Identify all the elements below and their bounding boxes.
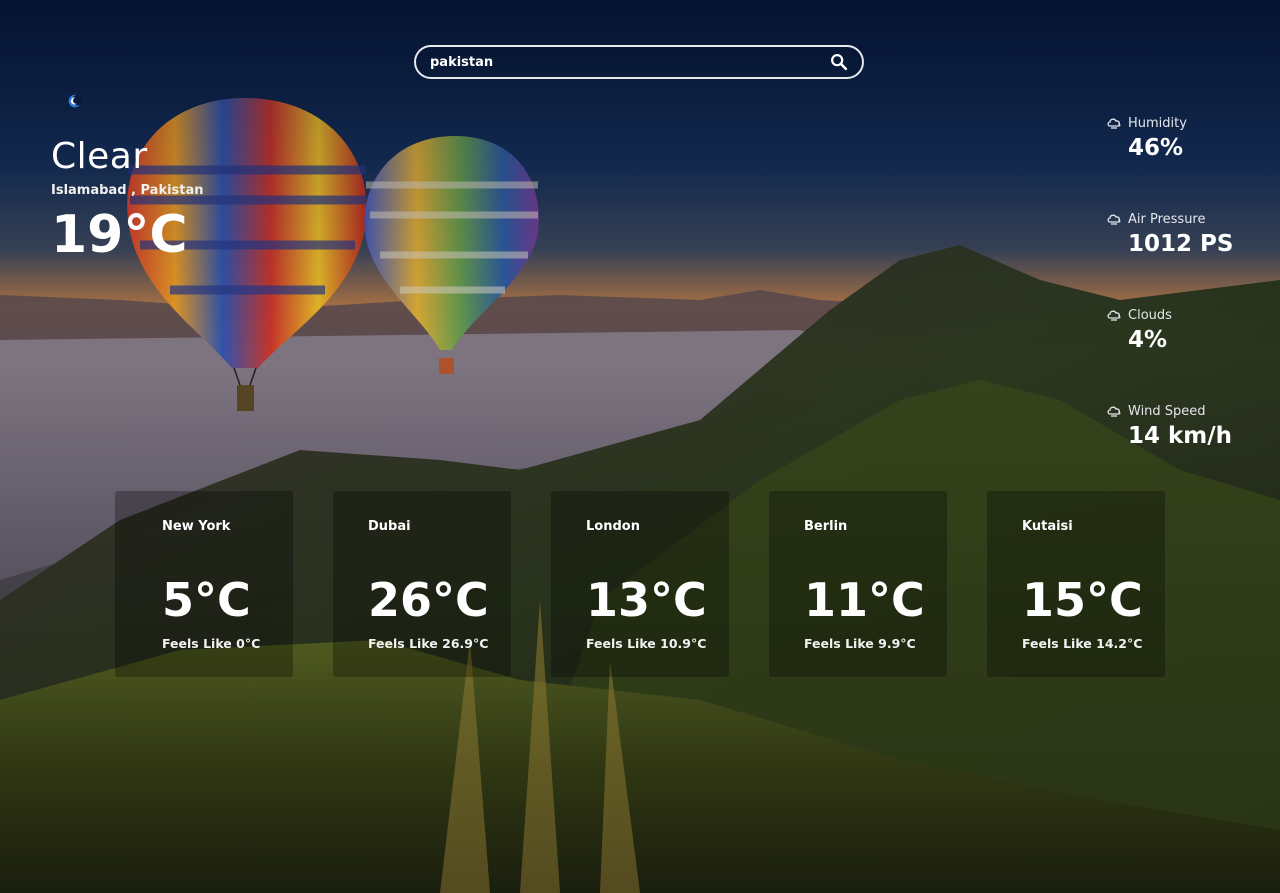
city-feels-like: Feels Like 9.9°C	[804, 636, 916, 651]
moon-icon	[68, 94, 84, 108]
weather-condition: Clear	[51, 136, 148, 177]
stat-value: 14 km/h	[1128, 423, 1233, 449]
city-temperature: 11°C	[804, 573, 925, 627]
background-overlay	[0, 0, 1280, 893]
city-name: London	[586, 519, 640, 534]
city-feels-like: Feels Like 14.2°C	[1022, 636, 1143, 651]
stat-label: Air Pressure	[1128, 211, 1206, 227]
city-name: New York	[162, 519, 231, 534]
location-label: Islamabad , Pakistan	[51, 183, 204, 198]
search-icon[interactable]	[828, 51, 850, 73]
stat-label: Wind Speed	[1128, 403, 1206, 419]
stat-label: Humidity	[1128, 115, 1187, 131]
city-temperature: 15°C	[1022, 573, 1143, 627]
city-card-kutaisi[interactable]: Kutaisi 15°C Feels Like 14.2°C	[987, 491, 1165, 677]
stat-humidity: Humidity 46%	[1106, 115, 1276, 161]
city-temperature: 13°C	[586, 573, 707, 627]
cloud-icon	[1107, 406, 1121, 417]
stat-air-pressure: Air Pressure 1012 PS	[1106, 211, 1276, 257]
city-temperature: 5°C	[162, 573, 251, 627]
city-feels-like: Feels Like 10.9°C	[586, 636, 707, 651]
current-temperature: 19°C	[51, 205, 188, 265]
city-name: Dubai	[368, 519, 411, 534]
city-temperature: 26°C	[368, 573, 489, 627]
stat-value: 1012 PS	[1128, 231, 1234, 257]
city-name: Kutaisi	[1022, 519, 1073, 534]
stat-label: Clouds	[1128, 307, 1172, 323]
cloud-icon	[1107, 118, 1121, 129]
city-card-london[interactable]: London 13°C Feels Like 10.9°C	[551, 491, 729, 677]
stat-clouds: Clouds 4%	[1106, 307, 1276, 353]
stat-value: 4%	[1128, 327, 1168, 353]
cloud-icon	[1107, 310, 1121, 321]
city-feels-like: Feels Like 26.9°C	[368, 636, 489, 651]
search-input[interactable]	[428, 53, 828, 71]
search-bar[interactable]	[414, 45, 864, 79]
stat-wind-speed: Wind Speed 14 km/h	[1106, 403, 1276, 449]
city-card-dubai[interactable]: Dubai 26°C Feels Like 26.9°C	[333, 491, 511, 677]
city-name: Berlin	[804, 519, 848, 534]
city-card-berlin[interactable]: Berlin 11°C Feels Like 9.9°C	[769, 491, 947, 677]
cloud-icon	[1107, 214, 1121, 225]
city-card-new-york[interactable]: New York 5°C Feels Like 0°C	[115, 491, 293, 677]
stat-value: 46%	[1128, 135, 1184, 161]
city-feels-like: Feels Like 0°C	[162, 636, 261, 651]
